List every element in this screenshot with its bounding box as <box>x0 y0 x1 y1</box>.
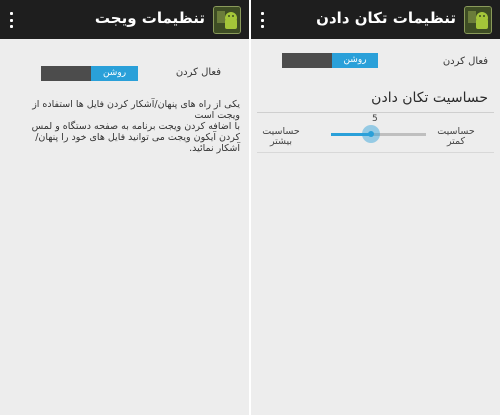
enable-label: فعال کردن <box>442 56 488 67</box>
overflow-menu-icon[interactable] <box>257 10 267 30</box>
android-app-icon[interactable] <box>213 6 241 34</box>
enable-toggle[interactable]: روشن <box>282 53 378 68</box>
shake-settings-screen: تنظیمات تکان دادن فعال کردن روشن حساسیت … <box>251 0 500 415</box>
section-divider <box>257 112 494 113</box>
split-screenshot: تنظیمات ویجت فعال کردن روشن یکی از راه ه… <box>0 0 500 415</box>
page-title: تنظیمات تکان دادن <box>316 9 456 27</box>
android-app-icon[interactable] <box>464 6 492 34</box>
enable-label: فعال کردن <box>175 67 221 78</box>
sensitivity-title: حساسیت تکان دادن <box>371 90 488 106</box>
overflow-menu-icon[interactable] <box>6 10 16 30</box>
action-bar: تنظیمات تکان دادن <box>251 0 500 39</box>
page-title: تنظیمات ویجت <box>94 9 205 27</box>
widget-settings-screen: تنظیمات ویجت فعال کردن روشن یکی از راه ه… <box>0 0 249 415</box>
description-line-2: با اضافه کردن ویجت برنامه به صفحه دستگاه… <box>31 121 240 154</box>
widget-description: یکی از راه های پنهان/آشکار کردن فایل ها … <box>12 99 240 154</box>
enable-toggle[interactable]: روشن <box>41 66 138 81</box>
slider-thumb[interactable] <box>361 125 380 143</box>
slider-min-caption: حساسیت کمتر <box>437 126 475 147</box>
description-line-1: یکی از راه های پنهان/آشکار کردن فایل ها … <box>32 99 240 121</box>
row-divider <box>257 152 494 153</box>
toggle-on-label: روشن <box>91 66 138 81</box>
action-bar: تنظیمات ویجت <box>0 0 249 39</box>
slider-max-caption: حساسیت بیشتر <box>262 126 300 147</box>
slider-value: 5 <box>372 114 378 124</box>
toggle-on-label: روشن <box>332 53 378 68</box>
